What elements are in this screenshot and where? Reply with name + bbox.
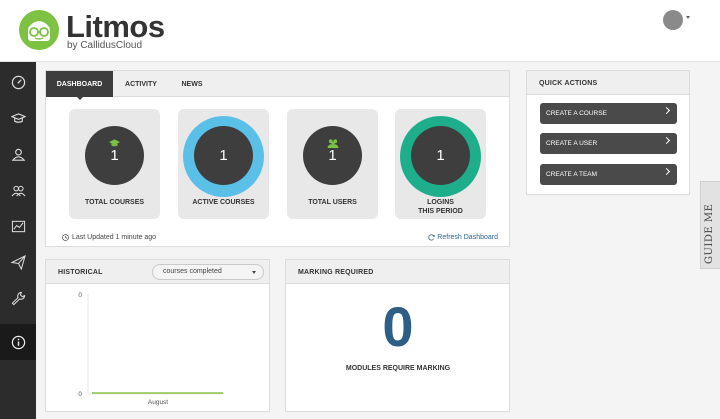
wrench-icon: [11, 291, 25, 305]
marking-count[interactable]: 0: [286, 294, 510, 359]
stat-value: 1: [194, 126, 253, 185]
tab-news[interactable]: NEWS: [172, 71, 212, 97]
graduation-cap-icon: [10, 112, 26, 123]
create-course-label: CREATE A COURSE: [546, 110, 607, 117]
chevron-right-icon: [662, 106, 671, 115]
last-updated-text: Last Updated 1 minute ago: [72, 234, 157, 241]
chart-icon: [11, 220, 25, 232]
sidebar-item-help[interactable]: [0, 324, 36, 360]
stat-label-line2: THIS PERIOD: [418, 208, 463, 215]
create-course-button[interactable]: CREATE A COURSE: [540, 103, 677, 124]
sidebar-item-courses[interactable]: [0, 100, 36, 136]
sidebar-item-messages[interactable]: [0, 244, 36, 280]
stat-label: ACTIVE COURSES: [192, 199, 255, 206]
refresh-dashboard-link[interactable]: Refresh Dashboard: [428, 234, 498, 241]
stat-total-users[interactable]: 1 TOTAL USERS: [287, 109, 378, 219]
chevron-right-icon: [662, 136, 671, 145]
sidebar-item-settings[interactable]: [0, 280, 36, 316]
tab-activity[interactable]: ACTIVITY: [116, 71, 166, 97]
historical-metric-select[interactable]: courses completed: [152, 264, 264, 280]
app-header: Litmos by CallidusCloud: [0, 0, 720, 62]
marking-required-panel: MARKING REQUIRED 0 MODULES REQUIRE MARKI…: [285, 259, 510, 412]
refresh-dashboard-label: Refresh Dashboard: [437, 234, 498, 241]
stat-label: LOGINS THIS PERIOD: [395, 198, 486, 216]
historical-chart: 0 0 August: [78, 292, 224, 406]
user-avatar[interactable]: [663, 10, 683, 30]
users-icon: [11, 185, 25, 196]
paper-plane-icon: [10, 254, 26, 270]
sidebar-item-people[interactable]: [0, 136, 36, 172]
quick-actions-title: QUICK ACTIONS: [527, 71, 689, 95]
stat-label-line1: LOGINS: [427, 199, 454, 206]
sidebar-item-teams[interactable]: [0, 172, 36, 208]
create-team-button[interactable]: CREATE A TEAM: [540, 164, 677, 185]
create-user-button[interactable]: CREATE A USER: [540, 133, 677, 154]
clock-icon: [62, 234, 69, 241]
chevron-down-icon: [252, 271, 256, 274]
litmos-logo-icon[interactable]: [19, 10, 59, 50]
user-icon: [11, 148, 25, 161]
last-updated: Last Updated 1 minute ago: [62, 234, 156, 241]
dashboard-panel: DASHBOARD ACTIVITY NEWS 1 TOTAL COURSES …: [45, 70, 510, 247]
quick-actions-panel: QUICK ACTIONS CREATE A COURSE CREATE A U…: [526, 70, 690, 195]
historical-select-value: courses completed: [163, 268, 222, 275]
tab-dashboard[interactable]: DASHBOARD: [46, 71, 113, 97]
stat-label: TOTAL USERS: [308, 199, 357, 206]
refresh-icon: [428, 234, 435, 241]
chevron-down-icon[interactable]: [686, 16, 690, 19]
chevron-right-icon: [662, 167, 671, 176]
guide-me-tab[interactable]: GUIDE ME: [700, 181, 720, 269]
chart-y-tick-top: 0: [78, 292, 82, 299]
stat-logins-this-period[interactable]: 1 LOGINS THIS PERIOD: [395, 109, 486, 219]
dashboard-icon: [11, 75, 25, 89]
info-icon: [11, 335, 25, 349]
stat-active-courses[interactable]: 1 ACTIVE COURSES: [178, 109, 269, 219]
sidebar-item-reports[interactable]: [0, 208, 36, 244]
users-icon: [287, 135, 378, 153]
marking-required-title: MARKING REQUIRED: [286, 260, 509, 284]
brand-subtitle: by CallidusCloud: [67, 40, 143, 51]
create-user-label: CREATE A USER: [546, 140, 598, 147]
sidebar-item-dashboard[interactable]: [0, 64, 36, 100]
stat-total-courses[interactable]: 1 TOTAL COURSES: [69, 109, 160, 219]
stat-label: TOTAL COURSES: [84, 199, 145, 206]
chart-y-tick-bottom: 0: [78, 391, 82, 398]
historical-panel: HISTORICAL courses completed 0 0 August: [45, 259, 270, 412]
guide-me-label: GUIDE ME: [704, 203, 715, 264]
dashboard-tabs: DASHBOARD ACTIVITY NEWS: [46, 71, 509, 100]
create-team-label: CREATE A TEAM: [546, 171, 598, 178]
marking-label: MODULES REQUIRE MARKING: [345, 365, 451, 372]
sidebar: [0, 62, 36, 419]
graduation-cap-icon: [69, 135, 160, 153]
stat-value: 1: [411, 126, 470, 185]
chart-x-tick: August: [148, 399, 168, 406]
active-tab-indicator: [76, 96, 84, 100]
